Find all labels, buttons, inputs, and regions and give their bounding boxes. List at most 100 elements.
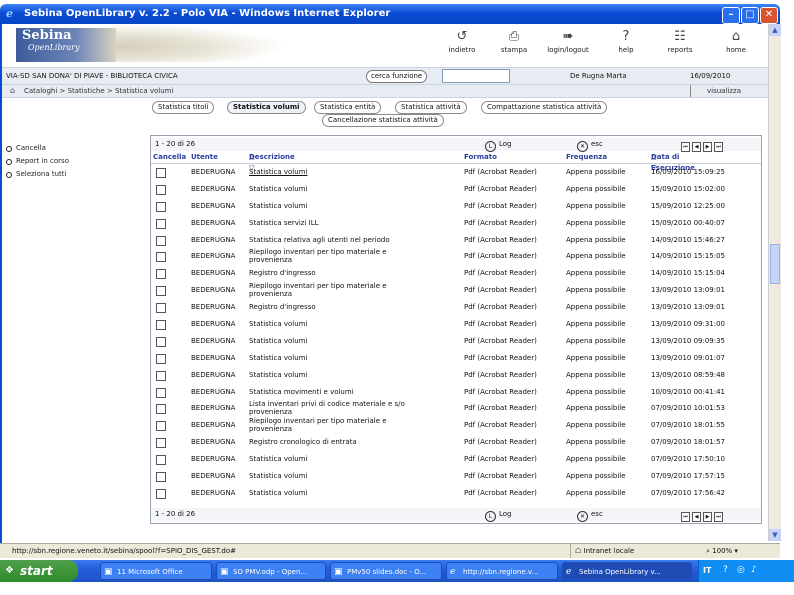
task-openoffice[interactable]: ▣ SO PMV.odp - Open... xyxy=(216,562,326,580)
table-row[interactable]: BEDERUGNA Statistica relativa agli utenti… xyxy=(151,232,761,249)
row-description[interactable]: Registro d'ingresso xyxy=(249,266,419,280)
row-checkbox[interactable] xyxy=(156,303,166,314)
log-button[interactable]: L Log xyxy=(485,508,512,522)
task-ie-sebina[interactable]: ℯ Sebina OpenLibrary v... xyxy=(562,562,692,580)
table-row[interactable]: BEDERUGNA Registro cronologico di entrata… xyxy=(151,434,761,451)
row-checkbox[interactable] xyxy=(156,387,166,398)
table-row[interactable]: BEDERUGNA Statistica volumi Pdf (Acrobat R… xyxy=(151,164,761,181)
table-row[interactable]: BEDERUGNA Registro d'ingresso Pdf (Acrobat… xyxy=(151,299,761,316)
tab-statistica-entita[interactable]: Statistica entità xyxy=(314,101,382,114)
row-checkbox[interactable] xyxy=(156,336,166,347)
menu-seleziona-tutti[interactable]: Seleziona tutti xyxy=(4,168,144,181)
table-row[interactable]: BEDERUGNA Riepilogo inventari per tipo ma… xyxy=(151,248,761,265)
row-checkbox[interactable] xyxy=(156,404,166,415)
row-checkbox[interactable] xyxy=(156,438,166,449)
row-checkbox[interactable] xyxy=(156,269,166,280)
table-row[interactable]: BEDERUGNA Registro d'ingresso Pdf (Acrobat… xyxy=(151,265,761,282)
table-row[interactable]: BEDERUGNA Riepilogo inventari per tipo ma… xyxy=(151,417,761,434)
help-tray-icon[interactable]: ? xyxy=(723,564,735,576)
row-checkbox[interactable] xyxy=(156,320,166,331)
maximize-button[interactable]: □ xyxy=(741,7,759,24)
row-description[interactable]: Statistica volumi xyxy=(249,334,419,348)
table-row[interactable]: BEDERUGNA Statistica volumi Pdf (Acrobat R… xyxy=(151,468,761,485)
search-function-input[interactable] xyxy=(442,69,510,83)
menu-report-in-corso[interactable]: Report in corso xyxy=(4,155,144,168)
table-row[interactable]: BEDERUGNA Statistica volumi Pdf (Acrobat R… xyxy=(151,350,761,367)
row-description[interactable]: Registro cronologico di entrata xyxy=(249,435,419,449)
esc-button[interactable]: ✕ esc xyxy=(577,138,603,152)
row-checkbox[interactable] xyxy=(156,286,166,297)
row-description[interactable]: Lista inventari privi di codice material… xyxy=(249,400,419,416)
vertical-scrollbar[interactable]: ▲ ▼ xyxy=(768,24,781,541)
nav-back[interactable]: ↺ indietro xyxy=(432,28,492,54)
task-office[interactable]: ▣ 11 Microsoft Office xyxy=(100,562,212,580)
search-function-button[interactable]: cerca funzione xyxy=(366,70,428,83)
table-row[interactable]: BEDERUGNA Statistica volumi Pdf (Acrobat R… xyxy=(151,451,761,468)
row-checkbox[interactable] xyxy=(156,168,166,178)
tab-statistica-attivita[interactable]: Statistica attività xyxy=(395,101,467,114)
table-row[interactable]: BEDERUGNA Statistica volumi Pdf (Acrobat R… xyxy=(151,333,761,350)
row-checkbox[interactable] xyxy=(156,353,166,364)
table-row[interactable]: BEDERUGNA Statistica servizi ILL Pdf (Acro… xyxy=(151,215,761,232)
row-checkbox[interactable] xyxy=(156,472,166,483)
scroll-up-arrow-icon[interactable]: ▲ xyxy=(769,24,781,36)
row-description[interactable]: Statistica volumi xyxy=(249,452,419,466)
last-page-icon[interactable]: ⏭ xyxy=(714,512,723,522)
breadcrumb-home-icon[interactable]: ⌂ xyxy=(10,85,15,97)
prev-page-icon[interactable]: ◀ xyxy=(692,512,701,522)
language-indicator[interactable]: IT xyxy=(703,560,711,582)
esc-button[interactable]: ✕ esc xyxy=(577,508,603,522)
scroll-down-arrow-icon[interactable]: ▼ xyxy=(769,529,781,541)
row-description[interactable]: Statistica volumi xyxy=(249,182,419,196)
nav-login[interactable]: ➠ login/logout xyxy=(538,28,598,54)
nav-print[interactable]: ⎙ stampa xyxy=(484,28,544,54)
next-page-icon[interactable]: ▶ xyxy=(703,142,712,152)
menu-cancella[interactable]: Cancella xyxy=(4,142,144,155)
nav-reports[interactable]: ☷ reports xyxy=(650,28,710,54)
row-description[interactable]: Statistica volumi xyxy=(249,317,419,331)
row-description[interactable]: Statistica relativa agli utenti nel peri… xyxy=(249,233,419,247)
row-description[interactable]: Statistica volumi xyxy=(249,199,419,213)
row-checkbox[interactable] xyxy=(156,184,166,195)
row-description[interactable]: Statistica servizi ILL xyxy=(249,216,419,230)
table-row[interactable]: BEDERUGNA Statistica volumi Pdf (Acrobat R… xyxy=(151,316,761,333)
row-checkbox[interactable] xyxy=(156,455,166,466)
table-row[interactable]: BEDERUGNA Statistica volumi Pdf (Acrobat R… xyxy=(151,181,761,198)
row-checkbox[interactable] xyxy=(156,421,166,432)
row-description[interactable]: Riepilogo inventari per tipo materiale e… xyxy=(249,417,419,433)
row-description[interactable]: Statistica volumi xyxy=(249,469,419,483)
tab-statistica-volumi[interactable]: Statistica volumi xyxy=(227,101,306,114)
last-page-icon[interactable]: ⏭ xyxy=(714,142,723,152)
breadcrumb[interactable]: Cataloghi > Statistiche > Statistica vol… xyxy=(24,85,173,97)
prev-page-icon[interactable]: ◀ xyxy=(692,142,701,152)
row-checkbox[interactable] xyxy=(156,201,166,212)
nav-home[interactable]: ⌂ home xyxy=(706,28,766,54)
row-description[interactable]: Statistica volumi xyxy=(249,165,419,179)
table-row[interactable]: BEDERUGNA Statistica volumi Pdf (Acrobat R… xyxy=(151,485,761,502)
table-row[interactable]: BEDERUGNA Statistica volumi Pdf (Acrobat R… xyxy=(151,198,761,215)
tab-compattazione[interactable]: Compattazione statistica attività xyxy=(481,101,608,114)
table-row[interactable]: BEDERUGNA Riepilogo inventari per tipo ma… xyxy=(151,282,761,299)
network-tray-icon[interactable]: ◎ xyxy=(737,564,749,576)
row-description[interactable]: Riepilogo inventari per tipo materiale e… xyxy=(249,248,419,264)
row-description[interactable]: Statistica volumi xyxy=(249,368,419,382)
row-description[interactable]: Statistica volumi xyxy=(249,486,419,500)
log-button[interactable]: L Log xyxy=(485,138,512,152)
next-page-icon[interactable]: ▶ xyxy=(703,512,712,522)
visualize-link[interactable]: visualizza xyxy=(690,85,741,97)
table-row[interactable]: BEDERUGNA Statistica movimenti e volumi Pd… xyxy=(151,384,761,401)
task-ie-sbn[interactable]: ℯ http://sbn.regione.v... xyxy=(446,562,558,580)
table-row[interactable]: BEDERUGNA Statistica volumi Pdf (Acrobat R… xyxy=(151,367,761,384)
row-checkbox[interactable] xyxy=(156,235,166,246)
table-row[interactable]: BEDERUGNA Lista inventari privi di codice… xyxy=(151,400,761,417)
task-word[interactable]: ▣ PMv50 slides.doc - O... xyxy=(330,562,442,580)
row-checkbox[interactable] xyxy=(156,252,166,263)
first-page-icon[interactable]: ⏮ xyxy=(681,142,690,152)
volume-tray-icon[interactable]: ♪ xyxy=(751,564,763,576)
scroll-thumb[interactable] xyxy=(770,244,780,284)
start-button[interactable]: ❖ start xyxy=(0,560,78,582)
nav-help[interactable]: ? help xyxy=(596,28,656,54)
row-checkbox[interactable] xyxy=(156,488,166,499)
row-description[interactable]: Registro d'ingresso xyxy=(249,300,419,314)
first-page-icon[interactable]: ⏮ xyxy=(681,512,690,522)
